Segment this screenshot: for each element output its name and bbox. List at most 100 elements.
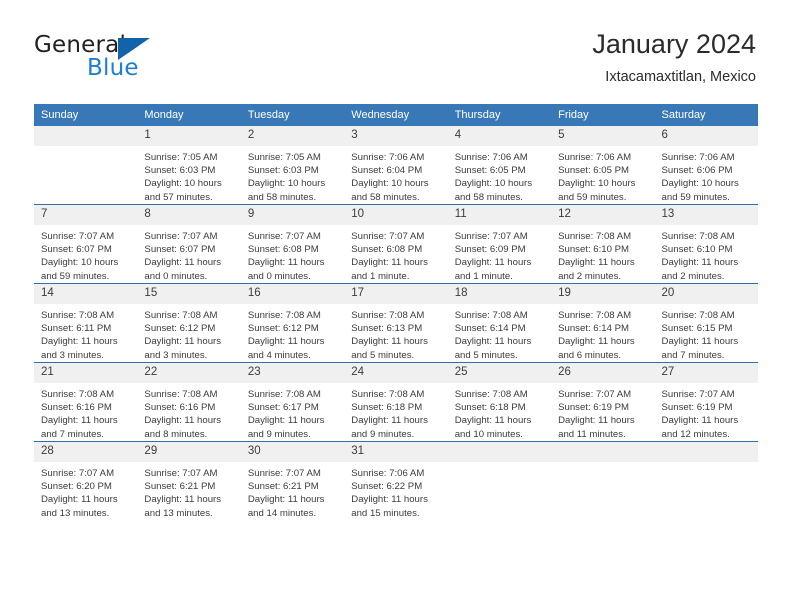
daylight-text-line2: and 3 minutes. xyxy=(144,349,208,361)
calendar-day-cell[interactable]: 27 Sunrise: 7:07 AM Sunset: 6:19 PM Dayligh… xyxy=(654,362,758,442)
day-details: Sunrise: 7:06 AM Sunset: 6:05 PM Daylight:… xyxy=(551,146,654,204)
day-number: 8 xyxy=(137,205,241,225)
day-details: Sunrise: 7:08 AM Sunset: 6:10 PM Daylight:… xyxy=(655,225,758,283)
sunrise-text: Sunrise: 7:08 AM xyxy=(41,389,115,400)
calendar-day-cell[interactable]: 1 Sunrise: 7:05 AM Sunset: 6:03 PM Daylight… xyxy=(137,126,241,205)
calendar-day-cell[interactable]: 10 Sunrise: 7:07 AM Sunset: 6:08 PM Dayligh… xyxy=(344,204,448,284)
general-blue-logo[interactable]: General Blue xyxy=(34,32,214,88)
day-number: 30 xyxy=(240,442,345,462)
calendar-day-cell[interactable]: 17 Sunrise: 7:08 AM Sunset: 6:13 PM Dayligh… xyxy=(344,283,448,363)
calendar-day-cell[interactable]: 13 Sunrise: 7:08 AM Sunset: 6:10 PM Dayligh… xyxy=(654,204,758,284)
daylight-text-line1: Daylight: 11 hours xyxy=(558,415,635,427)
day-details: Sunrise: 7:08 AM Sunset: 6:11 PM Daylight:… xyxy=(34,304,137,362)
calendar-day-cell[interactable]: 26 Sunrise: 7:07 AM Sunset: 6:19 PM Dayligh… xyxy=(551,362,655,442)
sunset-text: Sunset: 6:08 PM xyxy=(247,244,319,256)
day-number: 13 xyxy=(654,205,758,225)
sunrise-text: Sunrise: 7:08 AM xyxy=(144,389,218,400)
day-details: Sunrise: 7:08 AM Sunset: 6:13 PM Daylight:… xyxy=(344,304,447,362)
daylight-text-line2: and 7 minutes. xyxy=(41,428,104,440)
weekday-header-monday: Monday xyxy=(137,104,241,126)
calendar-day-cell[interactable]: 8 Sunrise: 7:07 AM Sunset: 6:07 PM Daylight… xyxy=(137,204,241,284)
sunset-text: Sunset: 6:04 PM xyxy=(351,165,423,177)
calendar-day-cell[interactable]: 30 Sunrise: 7:07 AM Sunset: 6:21 PM Dayligh… xyxy=(240,441,345,520)
calendar-day-cell[interactable]: 2 Sunrise: 7:05 AM Sunset: 6:03 PM Daylight… xyxy=(240,126,345,205)
calendar-day-cell[interactable]: 29 Sunrise: 7:07 AM Sunset: 6:21 PM Dayligh… xyxy=(137,441,241,520)
sunrise-text: Sunrise: 7:07 AM xyxy=(247,468,321,479)
day-details: Sunrise: 7:08 AM Sunset: 6:12 PM Daylight:… xyxy=(241,304,344,362)
day-number: 9 xyxy=(240,205,345,225)
calendar-day-cell[interactable]: 12 Sunrise: 7:08 AM Sunset: 6:10 PM Dayligh… xyxy=(551,204,655,284)
daylight-text-line2: and 2 minutes. xyxy=(558,270,622,282)
day-details: Sunrise: 7:07 AM Sunset: 6:07 PM Daylight:… xyxy=(137,225,240,283)
calendar-day-cell[interactable]: 20 Sunrise: 7:08 AM Sunset: 6:15 PM Dayligh… xyxy=(654,283,758,363)
daylight-text-line2: and 6 minutes. xyxy=(558,349,622,361)
day-details: Sunrise: 7:06 AM Sunset: 6:22 PM Daylight:… xyxy=(344,462,447,520)
day-details: Sunrise: 7:08 AM Sunset: 6:15 PM Daylight:… xyxy=(655,304,758,362)
day-number: 1 xyxy=(137,126,241,146)
day-details: Sunrise: 7:08 AM Sunset: 6:18 PM Daylight:… xyxy=(344,383,447,441)
daylight-text-line1: Daylight: 10 hours xyxy=(661,178,739,190)
calendar-day-cell[interactable]: 22 Sunrise: 7:08 AM Sunset: 6:16 PM Dayligh… xyxy=(137,362,241,442)
calendar-day-cell[interactable]: 31 Sunrise: 7:06 AM Sunset: 6:22 PM Dayligh… xyxy=(344,441,448,520)
sunset-text: Sunset: 6:19 PM xyxy=(558,402,630,414)
calendar-day-cell[interactable]: 3 Sunrise: 7:06 AM Sunset: 6:04 PM Daylight… xyxy=(344,126,448,205)
daylight-text-line1: Daylight: 10 hours xyxy=(144,178,222,190)
calendar-day-cell[interactable]: 15 Sunrise: 7:08 AM Sunset: 6:12 PM Dayligh… xyxy=(137,283,241,363)
calendar-day-cell[interactable]: 6 Sunrise: 7:06 AM Sunset: 6:06 PM Daylight… xyxy=(654,126,758,205)
sunset-text: Sunset: 6:03 PM xyxy=(144,165,216,177)
sunrise-text: Sunrise: 7:06 AM xyxy=(661,152,735,163)
day-details: Sunrise: 7:08 AM Sunset: 6:17 PM Daylight:… xyxy=(241,383,344,441)
calendar-day-cell[interactable]: 28 Sunrise: 7:07 AM Sunset: 6:20 PM Dayligh… xyxy=(34,441,138,520)
weekday-header-tuesday: Tuesday xyxy=(240,104,345,126)
sunset-text: Sunset: 6:13 PM xyxy=(351,323,423,335)
calendar-week-row: 28 Sunrise: 7:07 AM Sunset: 6:20 PM Dayligh… xyxy=(34,441,758,520)
calendar-day-cell[interactable]: 11 Sunrise: 7:07 AM Sunset: 6:09 PM Dayligh… xyxy=(447,204,552,284)
sunrise-text: Sunrise: 7:08 AM xyxy=(558,231,632,242)
day-number xyxy=(551,442,655,462)
daylight-text-line2: and 1 minute. xyxy=(351,270,410,282)
sunrise-text: Sunrise: 7:08 AM xyxy=(454,310,528,321)
daylight-text-line2: and 0 minutes. xyxy=(144,270,208,282)
calendar-day-cell[interactable]: 25 Sunrise: 7:08 AM Sunset: 6:18 PM Dayligh… xyxy=(447,362,552,442)
sunrise-text: Sunrise: 7:08 AM xyxy=(351,310,425,321)
sunrise-text: Sunrise: 7:07 AM xyxy=(351,231,425,242)
daylight-text-line1: Daylight: 11 hours xyxy=(454,415,532,427)
day-number: 10 xyxy=(344,205,448,225)
daylight-text-line2: and 7 minutes. xyxy=(661,349,725,361)
day-details: Sunrise: 7:07 AM Sunset: 6:08 PM Daylight:… xyxy=(241,225,344,283)
calendar-day-cell[interactable]: 23 Sunrise: 7:08 AM Sunset: 6:17 PM Dayligh… xyxy=(240,362,345,442)
day-details: Sunrise: 7:07 AM Sunset: 6:21 PM Daylight:… xyxy=(241,462,344,520)
calendar-day-cell[interactable]: 14 Sunrise: 7:08 AM Sunset: 6:11 PM Dayligh… xyxy=(34,283,138,363)
sunset-text: Sunset: 6:16 PM xyxy=(144,402,216,414)
calendar-day-cell[interactable]: 19 Sunrise: 7:08 AM Sunset: 6:14 PM Dayligh… xyxy=(551,283,655,363)
calendar-day-cell[interactable]: 4 Sunrise: 7:06 AM Sunset: 6:05 PM Daylight… xyxy=(447,126,552,205)
calendar-day-cell[interactable]: 7 Sunrise: 7:07 AM Sunset: 6:07 PM Daylight… xyxy=(34,204,138,284)
day-number: 6 xyxy=(654,126,758,146)
daylight-text-line2: and 0 minutes. xyxy=(247,270,311,282)
daylight-text-line2: and 14 minutes. xyxy=(247,507,317,519)
calendar-day-cell[interactable]: 24 Sunrise: 7:08 AM Sunset: 6:18 PM Dayligh… xyxy=(344,362,448,442)
calendar-day-cell[interactable]: 16 Sunrise: 7:08 AM Sunset: 6:12 PM Dayligh… xyxy=(240,283,345,363)
daylight-text-line1: Daylight: 11 hours xyxy=(351,415,428,427)
sunset-text: Sunset: 6:10 PM xyxy=(661,244,733,256)
daylight-text-line1: Daylight: 11 hours xyxy=(454,257,532,269)
sunset-text: Sunset: 6:12 PM xyxy=(144,323,216,335)
day-number: 4 xyxy=(447,126,552,146)
day-number: 15 xyxy=(137,284,241,304)
sunrise-text: Sunrise: 7:07 AM xyxy=(144,231,218,242)
calendar-day-cell[interactable]: 21 Sunrise: 7:08 AM Sunset: 6:16 PM Dayligh… xyxy=(34,362,138,442)
calendar-day-cell[interactable]: 5 Sunrise: 7:06 AM Sunset: 6:05 PM Daylight… xyxy=(551,126,655,205)
sunset-text: Sunset: 6:21 PM xyxy=(144,481,216,493)
day-number: 11 xyxy=(447,205,552,225)
calendar-day-cell-empty xyxy=(34,126,138,205)
day-number: 31 xyxy=(344,442,448,462)
sunrise-text: Sunrise: 7:07 AM xyxy=(144,468,218,479)
daylight-text-line1: Daylight: 11 hours xyxy=(41,415,118,427)
calendar-day-cell[interactable]: 18 Sunrise: 7:08 AM Sunset: 6:14 PM Dayligh… xyxy=(447,283,552,363)
calendar-day-cell-empty xyxy=(551,441,655,520)
daylight-text-line1: Daylight: 11 hours xyxy=(558,336,635,348)
sunset-text: Sunset: 6:16 PM xyxy=(41,402,112,414)
day-details: Sunrise: 7:08 AM Sunset: 6:16 PM Daylight:… xyxy=(137,383,240,441)
calendar-day-cell[interactable]: 9 Sunrise: 7:07 AM Sunset: 6:08 PM Daylight… xyxy=(240,204,345,284)
calendar-week-row: 1 Sunrise: 7:05 AM Sunset: 6:03 PM Daylight… xyxy=(34,126,758,205)
